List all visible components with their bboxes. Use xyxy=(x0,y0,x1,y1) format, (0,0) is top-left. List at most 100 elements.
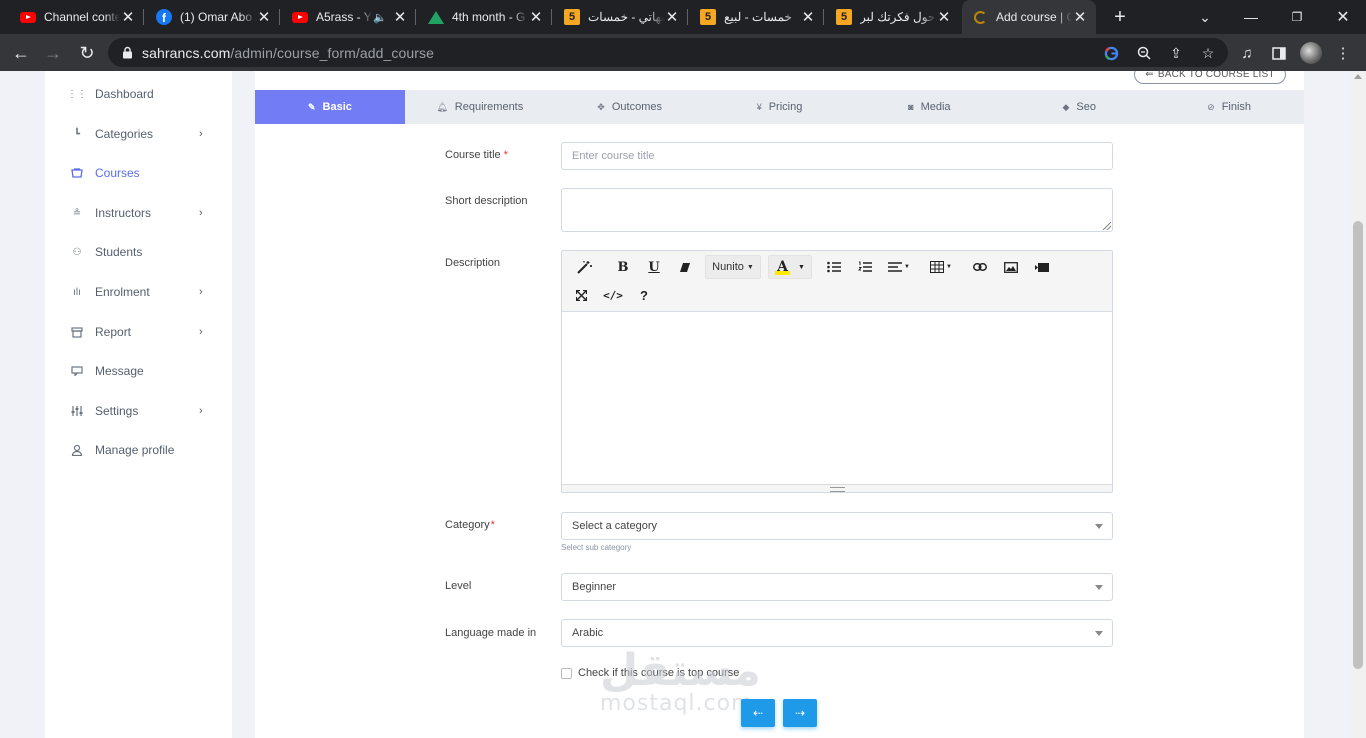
sidebar-item-students[interactable]: ⚇ Students xyxy=(45,237,232,267)
sidebar-item-label: Dashboard xyxy=(95,87,154,101)
sidebar-item-enrolment[interactable]: ılı Enrolment › xyxy=(45,277,232,307)
next-step-button[interactable]: ⇢ xyxy=(783,699,817,727)
speaker-icon[interactable]: 🔈 xyxy=(372,9,388,25)
close-window-button[interactable]: ✕ xyxy=(1320,0,1366,34)
resize-handle-icon[interactable] xyxy=(1103,222,1111,230)
media-control-icon[interactable]: ♫ xyxy=(1238,44,1256,62)
lock-icon[interactable] xyxy=(120,46,134,60)
restore-button[interactable]: ❐ xyxy=(1274,0,1320,34)
browser-tab[interactable]: Channel conte ✕ xyxy=(10,0,144,34)
browser-tab[interactable]: 5 تنبيهاتي - خمسات ✕ xyxy=(554,0,688,34)
user-icon xyxy=(70,443,84,457)
enrolment-icon: ılı xyxy=(73,286,81,298)
close-icon[interactable]: ✕ xyxy=(1072,9,1088,26)
bookmark-star-icon[interactable]: ☆ xyxy=(1200,45,1216,61)
close-icon[interactable]: ✕ xyxy=(392,9,408,26)
fullscreen-icon[interactable] xyxy=(568,283,594,307)
label-text: Course title xyxy=(445,149,501,161)
description-rich-text-editor[interactable]: B U Nunito ▼ A ▼ ▼ ▼ </> ? xyxy=(561,250,1113,493)
numbered-list-icon[interactable] xyxy=(853,255,877,279)
zoom-icon[interactable] xyxy=(1136,45,1152,61)
eraser-icon[interactable] xyxy=(674,255,696,279)
table-icon[interactable]: ▼ xyxy=(926,255,956,279)
level-select[interactable]: Beginner xyxy=(561,573,1113,601)
tab-label: Media xyxy=(920,101,951,113)
font-family-dropdown[interactable]: Nunito ▼ xyxy=(705,255,761,279)
tab-requirements[interactable]: 🔔︎ Requirements xyxy=(405,90,555,124)
bullet-list-icon[interactable] xyxy=(822,255,846,279)
sidebar-item-instructors[interactable]: ≗ Instructors › xyxy=(45,198,232,228)
course-title-input[interactable]: Enter course title xyxy=(561,142,1113,170)
scrollbar-thumb[interactable] xyxy=(1353,221,1363,669)
browser-tab[interactable]: 5 خمسات - لبيع ✕ xyxy=(690,0,824,34)
close-icon[interactable]: ✕ xyxy=(528,9,544,26)
language-select[interactable]: Arabic xyxy=(561,619,1113,647)
courses-icon xyxy=(70,166,84,180)
sidebar-item-dashboard[interactable]: ⋮⋮ Dashboard xyxy=(45,79,232,109)
share-icon[interactable]: ⇪ xyxy=(1168,45,1184,61)
page-scrollbar[interactable] xyxy=(1350,71,1366,738)
video-icon[interactable] xyxy=(1030,255,1054,279)
tab-media[interactable]: ◙ Media xyxy=(854,90,1004,124)
close-icon[interactable]: ✕ xyxy=(800,9,816,26)
tab-outcomes[interactable]: ✥ Outcomes xyxy=(555,90,705,124)
image-icon[interactable] xyxy=(999,255,1023,279)
forward-arrow-icon[interactable]: → xyxy=(40,40,66,66)
tab-basic[interactable]: ✎ Basic xyxy=(255,90,405,124)
bold-button[interactable]: B xyxy=(612,255,634,279)
browser-tab[interactable]: f (1) Omar Abo ✕ xyxy=(146,0,280,34)
sidebar-item-message[interactable]: Message xyxy=(45,356,232,386)
reload-icon[interactable]: ↻ xyxy=(74,40,100,66)
sidebar-item-courses[interactable]: Courses xyxy=(45,158,232,188)
text-color-button[interactable]: A ▼ xyxy=(768,255,812,279)
back-arrow-icon[interactable]: ← xyxy=(8,40,34,66)
tab-title: A5rass - Y xyxy=(316,10,372,24)
magic-wand-icon[interactable] xyxy=(568,255,602,279)
short-description-textarea[interactable] xyxy=(561,188,1113,232)
close-icon[interactable]: ✕ xyxy=(664,9,680,26)
tab-finish[interactable]: ⊘ Finish xyxy=(1154,90,1304,124)
sidebar-item-categories[interactable]: ┗ Categories › xyxy=(45,119,232,149)
new-tab-button[interactable]: + xyxy=(1108,5,1132,29)
help-icon[interactable]: ? xyxy=(632,283,656,307)
close-icon[interactable]: ✕ xyxy=(936,9,952,26)
browser-tab[interactable]: A5rass - Y 🔈 ✕ xyxy=(282,0,416,34)
tab-seo[interactable]: ◆ Seo xyxy=(1004,90,1154,124)
chevron-right-icon: › xyxy=(199,207,203,219)
profile-avatar[interactable] xyxy=(1300,42,1322,64)
address-bar[interactable]: sahrancs.com/admin/course_form/add_cours… xyxy=(108,38,1228,67)
caret-down-icon xyxy=(1095,631,1103,636)
tab-search-icon[interactable]: ⌄ xyxy=(1182,0,1228,34)
underline-button[interactable]: U xyxy=(643,255,665,279)
back-button-label: BACK TO COURSE LIST xyxy=(1157,71,1275,80)
browser-tab[interactable]: 4th month - G ✕ xyxy=(418,0,552,34)
link-icon[interactable] xyxy=(968,255,992,279)
page-content: ⋮⋮ Dashboard ┗ Categories › Courses ≗ In… xyxy=(0,71,1350,738)
google-icon[interactable] xyxy=(1103,45,1119,61)
align-icon[interactable]: ▼ xyxy=(884,255,914,279)
tab-title: 4th month - G xyxy=(452,10,526,24)
minimize-button[interactable]: — xyxy=(1228,0,1274,34)
top-course-checkbox[interactable] xyxy=(561,667,572,679)
top-course-option[interactable]: Check if this course is top course xyxy=(561,667,739,679)
close-icon[interactable]: ✕ xyxy=(256,9,272,26)
course-form-card: ⇐ BACK TO COURSE LIST ✎ Basic 🔔︎ Requiremen… xyxy=(255,71,1304,738)
back-to-course-list-button[interactable]: ⇐ BACK TO COURSE LIST xyxy=(1134,71,1286,84)
previous-step-button[interactable]: ⇠ xyxy=(741,699,775,727)
sidebar-item-manage-profile[interactable]: Manage profile xyxy=(45,435,232,465)
close-icon[interactable]: ✕ xyxy=(120,9,136,26)
code-view-icon[interactable]: </> xyxy=(600,283,626,307)
menu-dots-icon[interactable]: ⋮ xyxy=(1334,44,1352,62)
side-panel-icon[interactable] xyxy=(1270,44,1288,62)
tab-pricing[interactable]: ¥ Pricing xyxy=(705,90,855,124)
instructors-icon: ≗ xyxy=(72,207,82,219)
browser-tab-active[interactable]: Add course | C ✕ xyxy=(962,0,1096,34)
scroll-up-icon[interactable] xyxy=(1354,74,1362,79)
caret-down-icon: ▼ xyxy=(797,263,805,271)
editor-resize-bar[interactable] xyxy=(562,484,1112,492)
browser-tab[interactable]: 5 احول فكرتك لبر ✕ xyxy=(826,0,960,34)
category-select[interactable]: Select a category xyxy=(561,512,1113,540)
khamsat-icon: 5 xyxy=(700,9,716,25)
sidebar-item-settings[interactable]: Settings › xyxy=(45,396,232,426)
sidebar-item-report[interactable]: Report › xyxy=(45,317,232,347)
